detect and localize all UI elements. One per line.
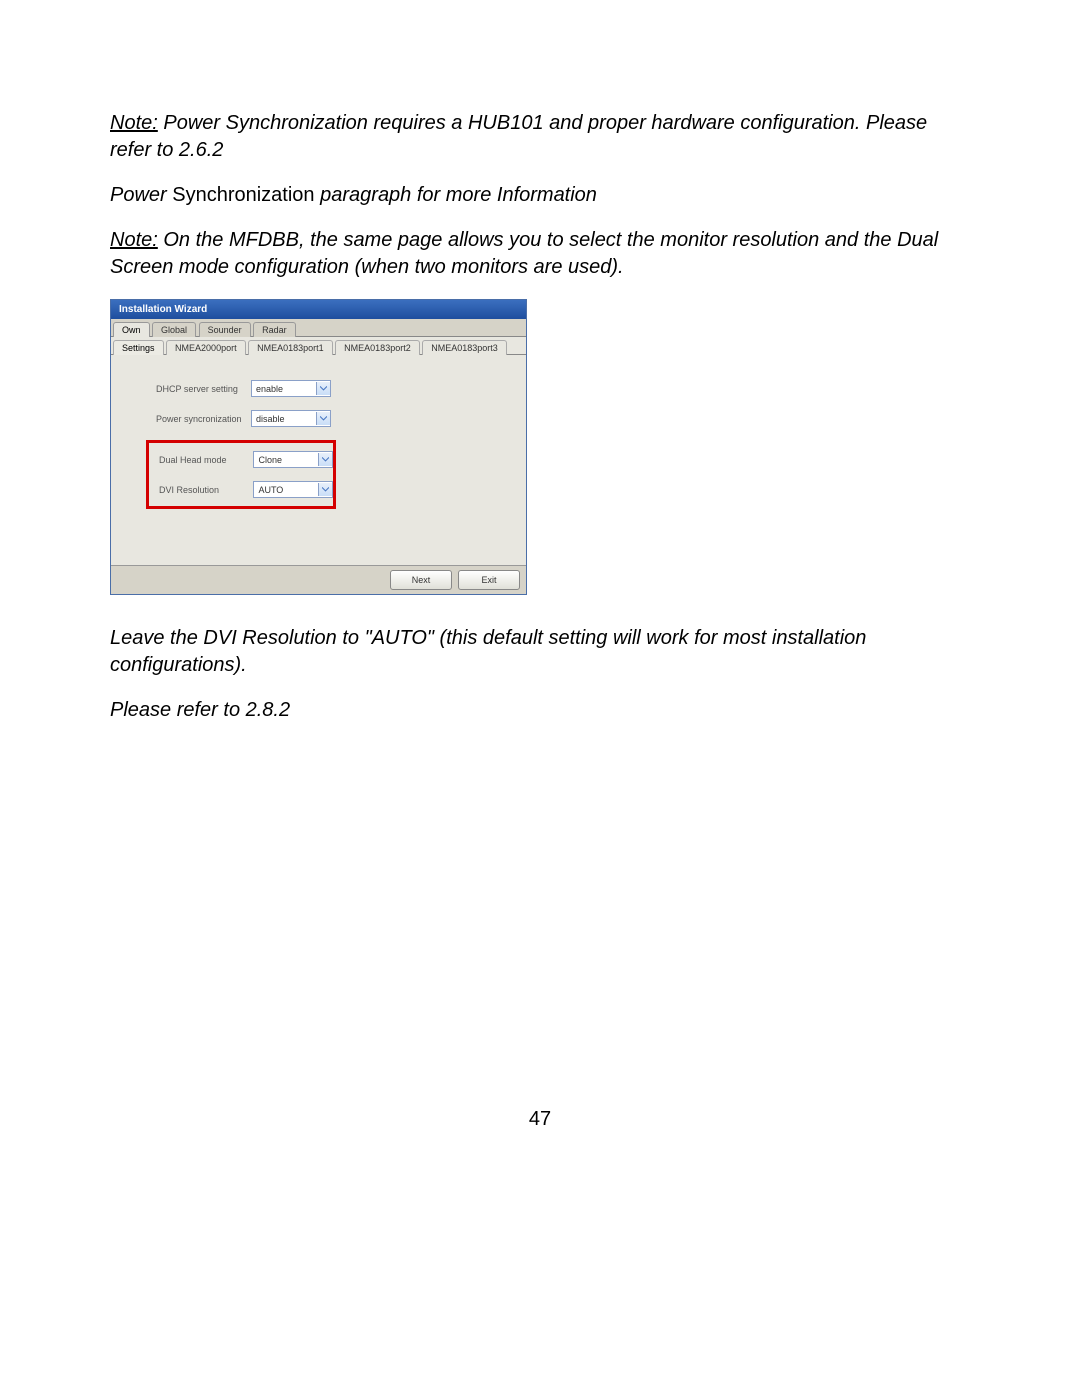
note-2-label: Note: bbox=[110, 229, 158, 251]
settings-panel: DHCP server setting enable Power syncron… bbox=[111, 355, 526, 565]
row-dual-head: Dual Head mode Clone bbox=[149, 451, 333, 468]
note-1: Note: Power Synchronization requires a H… bbox=[110, 110, 970, 164]
row-psync: Power syncronization disable bbox=[111, 410, 526, 427]
note-1-body: Power Synchronization requires a HUB101 … bbox=[110, 112, 927, 161]
tab-radar[interactable]: Radar bbox=[253, 322, 296, 337]
post-text-1: Leave the DVI Resolution to "AUTO" (this… bbox=[110, 625, 970, 679]
note-2-body: On the MFDBB, the same page allows you t… bbox=[110, 229, 938, 278]
tab-settings[interactable]: Settings bbox=[113, 340, 164, 355]
combo-dual-head[interactable]: Clone bbox=[253, 451, 333, 468]
page-number: 47 bbox=[0, 1108, 1080, 1131]
chevron-down-icon bbox=[316, 382, 330, 395]
chevron-down-icon bbox=[318, 483, 332, 496]
exit-button[interactable]: Exit bbox=[458, 570, 520, 590]
next-button[interactable]: Next bbox=[390, 570, 452, 590]
tab-row-sub: Settings NMEA2000port NMEA0183port1 NMEA… bbox=[111, 337, 526, 355]
tab-own[interactable]: Own bbox=[113, 322, 150, 337]
tab-sounder[interactable]: Sounder bbox=[199, 322, 251, 337]
post-text-2: Please refer to 2.8.2 bbox=[110, 697, 970, 724]
wizard-footer: Next Exit bbox=[111, 565, 526, 594]
combo-psync[interactable]: disable bbox=[251, 410, 331, 427]
combo-dvi-value: AUTO bbox=[254, 485, 318, 495]
combo-dhcp[interactable]: enable bbox=[251, 380, 331, 397]
row-dvi: DVI Resolution AUTO bbox=[149, 481, 333, 498]
tab-global[interactable]: Global bbox=[152, 322, 196, 337]
tab-nmea0183-3[interactable]: NMEA0183port3 bbox=[422, 340, 507, 355]
chevron-down-icon bbox=[316, 412, 330, 425]
label-psync: Power syncronization bbox=[156, 414, 251, 424]
titlebar: Installation Wizard bbox=[111, 300, 526, 319]
label-dvi: DVI Resolution bbox=[159, 485, 253, 495]
note-2: Note: On the MFDBB, the same page allows… bbox=[110, 227, 970, 281]
note-1-label: Note: bbox=[110, 112, 158, 134]
tab-nmea0183-2[interactable]: NMEA0183port2 bbox=[335, 340, 420, 355]
tab-nmea0183-1[interactable]: NMEA0183port1 bbox=[248, 340, 333, 355]
combo-dvi[interactable]: AUTO bbox=[253, 481, 333, 498]
wizard-screenshot: Installation Wizard Own Global Sounder R… bbox=[110, 299, 970, 595]
line-2a: Power bbox=[110, 184, 172, 206]
combo-dhcp-value: enable bbox=[252, 384, 316, 394]
label-dual-head: Dual Head mode bbox=[159, 455, 253, 465]
installation-wizard-window: Installation Wizard Own Global Sounder R… bbox=[110, 299, 527, 595]
chevron-down-icon bbox=[318, 453, 332, 466]
tab-row-top: Own Global Sounder Radar bbox=[111, 319, 526, 337]
label-dhcp: DHCP server setting bbox=[156, 384, 251, 394]
line-2b: Synchronization bbox=[172, 184, 320, 206]
combo-dual-head-value: Clone bbox=[254, 455, 318, 465]
row-dhcp: DHCP server setting enable bbox=[111, 380, 526, 397]
tab-nmea2000[interactable]: NMEA2000port bbox=[166, 340, 246, 355]
combo-psync-value: disable bbox=[252, 414, 316, 424]
highlight-box: Dual Head mode Clone DVI Resolution AUTO bbox=[146, 440, 336, 509]
line-power-sync: Power Synchronization paragraph for more… bbox=[110, 182, 970, 209]
line-2c: paragraph for more Information bbox=[320, 184, 597, 206]
